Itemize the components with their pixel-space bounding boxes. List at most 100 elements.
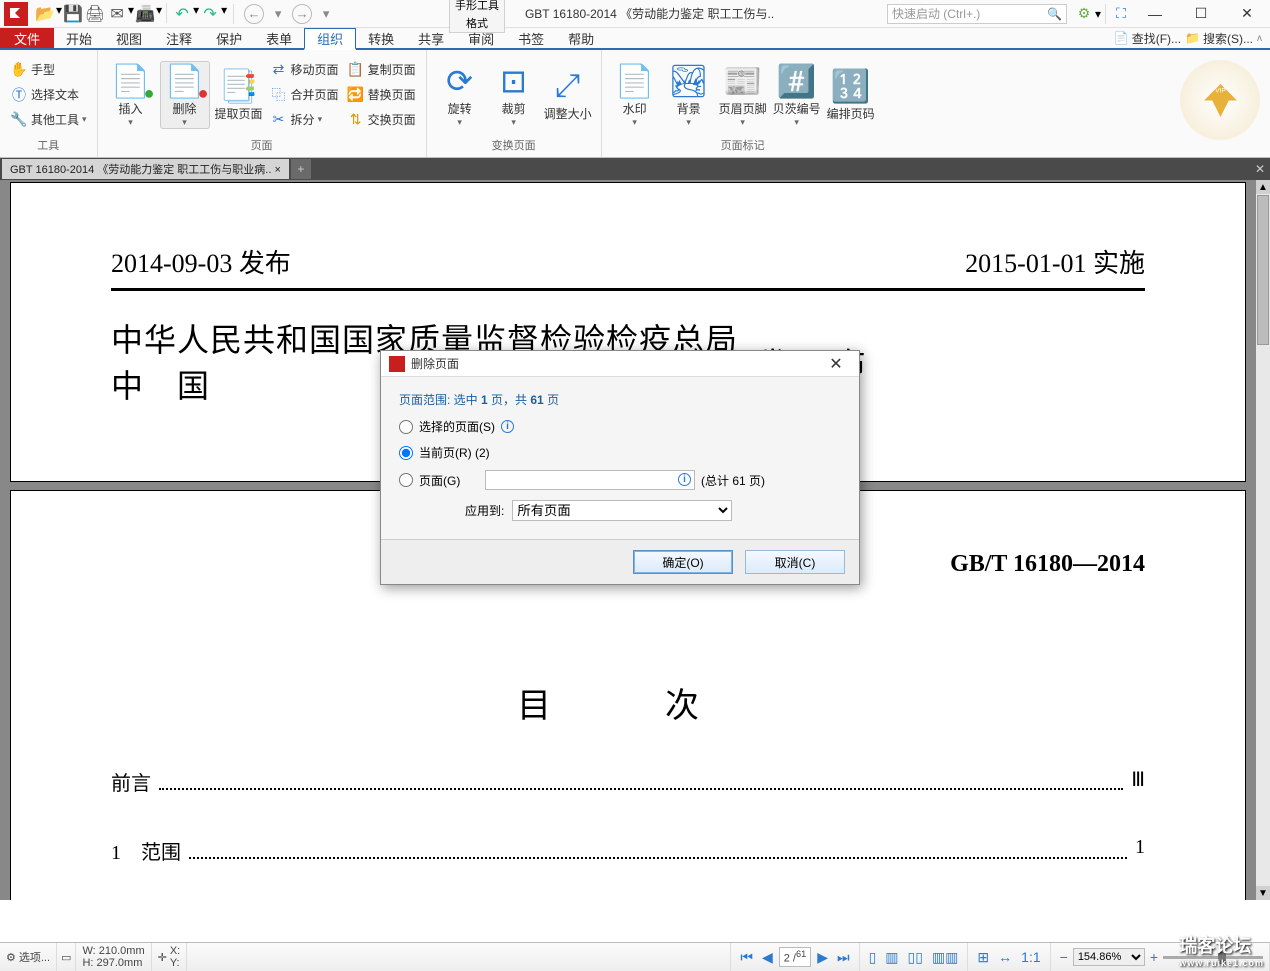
radio-page-range[interactable] [399, 473, 413, 487]
last-page-button[interactable]: ⏭ [834, 949, 853, 966]
tab-help[interactable]: 帮助 [556, 28, 606, 48]
info-icon[interactable]: i [501, 420, 514, 433]
ok-button[interactable]: 确定(O) [633, 550, 733, 574]
page-nav: ⏮ ◀ 2 /61 ▶ ⏭ [730, 943, 859, 971]
redo-icon[interactable]: ↷ [199, 3, 221, 25]
resize-button[interactable]: ⤢调整大小 [543, 67, 593, 122]
scrollbar-thumb[interactable] [1257, 195, 1269, 345]
other-tools-button[interactable]: 🔧其他工具▾ [8, 109, 89, 131]
redo-dropdown[interactable]: ▾ [221, 3, 227, 25]
prev-page-button[interactable]: ◀ [759, 949, 776, 966]
zoom-combo[interactable]: 154.86% [1073, 948, 1145, 966]
tab-form[interactable]: 表单 [254, 28, 304, 48]
actual-size-icon[interactable]: 1:1 [1018, 949, 1043, 965]
extract-pages-button[interactable]: 📑 提取页面 [214, 67, 264, 122]
two-continuous-view-icon[interactable]: ▥▥ [929, 949, 961, 966]
insert-label: 插入 [119, 100, 143, 117]
quick-launch-input[interactable]: 快速启动 (Ctrl+.) 🔍 [887, 4, 1067, 24]
first-page-button[interactable]: ⏮ [737, 949, 756, 966]
hand-tool-button[interactable]: ✋手型 [8, 59, 89, 81]
tab-view[interactable]: 视图 [104, 28, 154, 48]
tab-bookmarks[interactable]: 书签 [506, 28, 556, 48]
document-tab[interactable]: GBT 16180-2014 《劳动能力鉴定 职工工伤与职业病.. × [2, 159, 289, 179]
settings-dropdown[interactable]: ▾ [1095, 7, 1101, 21]
swap-pages-button[interactable]: ⇅交换页面 [345, 109, 418, 131]
background-button[interactable]: 🏞背景▾ [664, 62, 714, 128]
number-pages-button[interactable]: 🔢编排页码 [826, 67, 876, 122]
bates-icon: #️⃣ [777, 62, 817, 100]
hand-icon: ✋ [10, 61, 28, 79]
delete-pages-button[interactable]: 📄● 删除▾ [160, 61, 210, 129]
text-cursor-icon: Ⓣ [10, 86, 28, 104]
cancel-button[interactable]: 取消(C) [745, 550, 845, 574]
page-range-input[interactable] [485, 470, 695, 490]
fit-page-icon[interactable]: ⊞ [974, 949, 992, 966]
tab-comment[interactable]: 注释 [154, 28, 204, 48]
dialog-close-button[interactable]: ✕ [821, 354, 851, 374]
back-dropdown[interactable]: ▾ [268, 4, 288, 24]
minimize-button[interactable]: — [1132, 0, 1178, 28]
split-button[interactable]: ✂拆分▾ [268, 109, 341, 131]
two-page-view-icon[interactable]: ▯▯ [905, 949, 926, 966]
settings-icon[interactable]: ⚙ [1073, 3, 1095, 25]
tab-share[interactable]: 共享 [406, 28, 456, 48]
forward-dropdown[interactable]: ▾ [316, 4, 336, 24]
maximize-button[interactable]: ☐ [1178, 0, 1224, 28]
radio-current-page[interactable] [399, 446, 413, 460]
apply-to-select[interactable]: 所有页面 [512, 500, 732, 521]
bates-button[interactable]: #️⃣贝茨编号▾ [772, 62, 822, 128]
merge-label: 合并页面 [291, 86, 339, 103]
info-icon[interactable]: i [678, 473, 691, 486]
search-icon[interactable]: 🔍 [1047, 7, 1062, 21]
layout-mode-button[interactable]: ▭ [57, 943, 76, 971]
scan-icon[interactable]: 📠 [134, 3, 156, 25]
tab-review[interactable]: 审阅 [456, 28, 506, 48]
copy-pages-button[interactable]: 📋复制页面 [345, 59, 418, 81]
opt-selected-label: 选择的页面(S) [419, 418, 495, 435]
rotate-button[interactable]: ⟳旋转▾ [435, 62, 485, 128]
forward-icon[interactable]: → [292, 4, 312, 24]
save-icon[interactable]: 💾 [62, 3, 84, 25]
scroll-down-icon[interactable]: ▼ [1256, 886, 1270, 900]
file-menu[interactable]: 文件 [0, 28, 54, 48]
mail-icon[interactable]: ✉ [106, 3, 128, 25]
tab-organize[interactable]: 组织 [304, 28, 356, 50]
replace-pages-button[interactable]: 🔁替换页面 [345, 84, 418, 106]
close-all-tabs-button[interactable]: ✕ [1250, 162, 1270, 176]
next-page-button[interactable]: ▶ [814, 949, 831, 966]
scroll-up-icon[interactable]: ▲ [1256, 180, 1270, 194]
radio-selected-pages[interactable] [399, 420, 413, 434]
find-label: 查找(F)... [1132, 30, 1181, 47]
open-icon[interactable]: 📂 [34, 3, 56, 25]
tab-convert[interactable]: 转换 [356, 28, 406, 48]
add-tab-button[interactable]: + [291, 159, 311, 179]
fullscreen-icon[interactable]: ⛶ [1110, 3, 1132, 25]
vip-badge-icon[interactable]: VIP [1180, 60, 1260, 140]
select-text-button[interactable]: Ⓣ选择文本 [8, 84, 89, 106]
continuous-view-icon[interactable]: ▥ [882, 949, 901, 966]
scan-dropdown[interactable]: ▾ [156, 3, 162, 25]
print-icon[interactable]: 🖨 [84, 3, 106, 25]
zoom-out-button[interactable]: − [1057, 949, 1071, 965]
vertical-scrollbar[interactable]: ▲ ▼ [1256, 180, 1270, 900]
options-button[interactable]: ⚙选项... [0, 943, 57, 971]
header-footer-button[interactable]: 📰页眉页脚▾ [718, 62, 768, 128]
move-pages-button[interactable]: ⇄移动页面 [268, 59, 341, 81]
zoom-in-button[interactable]: + [1147, 949, 1161, 965]
back-icon[interactable]: ← [244, 4, 264, 24]
merge-pages-button[interactable]: ⿻合并页面 [268, 84, 341, 106]
fit-width-icon[interactable]: ↔ [995, 949, 1015, 965]
crop-button[interactable]: ⊡裁剪▾ [489, 62, 539, 128]
close-button[interactable]: ✕ [1224, 0, 1270, 28]
undo-icon[interactable]: ↶ [171, 3, 193, 25]
tab-home[interactable]: 开始 [54, 28, 104, 48]
page-number-display[interactable]: 2 /61 [779, 947, 811, 967]
range-mid: 页，共 [488, 393, 531, 407]
single-page-view-icon[interactable]: ▯ [866, 949, 880, 966]
insert-pages-button[interactable]: 📄● 插入▾ [106, 62, 156, 128]
search-link[interactable]: 📁搜索(S)... [1185, 30, 1253, 47]
tab-protect[interactable]: 保护 [204, 28, 254, 48]
collapse-ribbon-icon[interactable]: ʌ [1257, 33, 1262, 44]
watermark-button[interactable]: 📄水印▾ [610, 62, 660, 128]
find-link[interactable]: 📄查找(F)... [1114, 30, 1181, 47]
